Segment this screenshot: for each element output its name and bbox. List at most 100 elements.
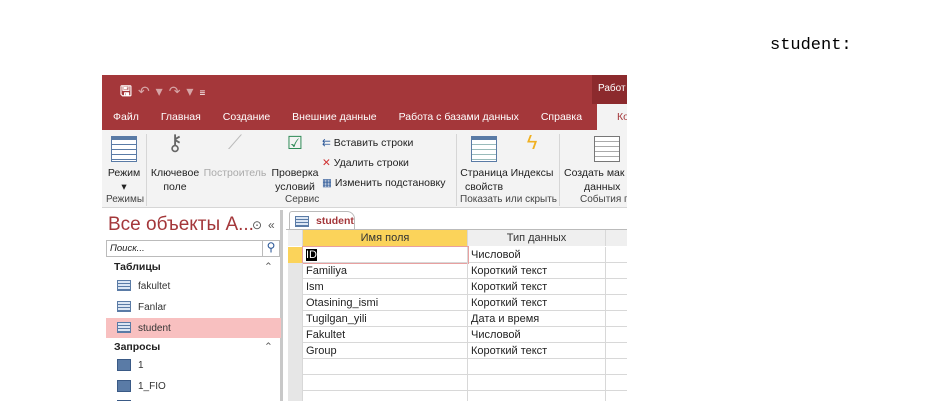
description-cell[interactable] [606,279,627,295]
description-cell[interactable] [606,295,627,311]
nav-search-input[interactable]: Поиск... ⚲ [106,240,280,257]
row-selector[interactable] [288,343,303,359]
data-type-cell[interactable] [468,375,606,391]
field-name-cell[interactable] [303,391,468,401]
group-label-modes: Режимы [106,194,145,205]
tab-help[interactable]: Справка [530,104,593,130]
row-selector[interactable] [288,375,303,391]
row-selector[interactable] [288,263,303,279]
insert-rows-icon: ⇇ [322,137,334,149]
row-selector[interactable] [288,359,303,375]
description-cell[interactable] [606,311,627,327]
builder-wand-icon: ⟋ [228,132,242,154]
row-selector[interactable] [288,327,303,343]
field-name-cell[interactable]: Fakultet [303,327,468,343]
search-icon[interactable]: ⚲ [262,240,279,257]
data-type-cell[interactable]: Короткий текст [468,343,606,359]
description-cell[interactable] [606,375,627,391]
insert-rows-button[interactable]: ⇇ Вставить строки [322,137,413,149]
data-type-cell[interactable] [468,359,606,375]
nav-item-table[interactable]: fakultet [106,276,281,296]
key-icon: ⚷ [166,130,184,155]
field-name-cell[interactable]: Tugilgan_yili [303,311,468,327]
data-type-cell[interactable]: Дата и время [468,311,606,327]
query-icon [117,380,131,392]
field-name-cell[interactable]: Familiya [303,263,468,279]
collapse-pane-icon[interactable]: « [268,218,275,232]
description-cell[interactable] [606,343,627,359]
document-area: student Имя поля Тип данных ID Числовой … [286,210,627,401]
property-sheet-button[interactable]: Страница свойств [460,136,508,194]
collapse-chevron-icon[interactable]: ⌃ [264,261,273,273]
select-all-corner[interactable] [288,230,303,246]
table-view-icon [111,136,137,162]
field-name-cell[interactable] [303,359,468,375]
nav-item-table-selected[interactable]: student [106,318,281,338]
tab-create[interactable]: Создание [212,104,281,130]
nav-dropdown-icon[interactable]: ⊙ [252,218,262,232]
primary-key-button[interactable]: ⚷ Ключевое поле [150,130,200,194]
tab-home[interactable]: Главная [150,104,212,130]
nav-item-query[interactable]: 1_like [106,396,281,401]
data-type-cell[interactable]: Короткий текст [468,263,606,279]
quick-access-toolbar: 🖫↶▾↷▾≡ [120,81,211,105]
section-tables[interactable]: Таблицы ⌃ [114,261,273,273]
section-queries[interactable]: Запросы ⌃ [114,341,273,353]
save-icon[interactable]: 🖫 [120,83,138,99]
description-cell[interactable] [606,247,627,263]
tab-design[interactable]: Ко [597,104,627,130]
table-icon [117,322,131,333]
redo-icon[interactable]: ↷▾ [169,83,200,99]
row-selector[interactable] [288,247,303,263]
modify-lookups-button[interactable]: ▦ Изменить подстановку [322,177,446,189]
column-header-description[interactable] [606,230,627,246]
row-selector[interactable] [288,311,303,327]
table-row: Fakultet Числовой [288,327,627,343]
table-icon [295,216,309,227]
tab-file[interactable]: Файл [102,104,150,130]
query-icon [117,400,131,401]
caption: student: [770,36,852,55]
mode-button[interactable]: Режим ▾ [106,136,142,194]
field-name-cell[interactable] [303,375,468,391]
collapse-chevron-icon[interactable]: ⌃ [264,341,273,353]
nav-item-query[interactable]: 1 [106,355,281,375]
indexes-lightning-icon: ϟ [526,132,538,154]
data-type-cell[interactable]: Числовой [468,327,606,343]
document-tab-student[interactable]: student [289,211,355,230]
row-selector[interactable] [288,279,303,295]
data-type-cell[interactable]: Короткий текст [468,279,606,295]
nav-item-query[interactable]: 1_FIO [106,376,281,396]
field-name-cell[interactable]: ID [302,246,469,264]
row-selector[interactable] [288,295,303,311]
table-row [288,391,627,401]
nav-item-table[interactable]: Fanlar [106,297,281,317]
table-row: Ism Короткий текст [288,279,627,295]
row-selector[interactable] [288,391,303,401]
table-row: Otasining_ismi Короткий текст [288,295,627,311]
tab-database-tools[interactable]: Работа с базами данных [388,104,530,130]
field-name-cell[interactable]: Otasining_ismi [303,295,468,311]
nav-pane-title[interactable]: Все объекты A... [108,214,254,236]
indexes-button[interactable]: ϟ Индексы [510,132,554,180]
description-cell[interactable] [606,263,627,279]
description-cell[interactable] [606,391,627,401]
customize-icon[interactable]: ≡ [199,88,211,99]
data-type-cell[interactable]: Числовой [468,247,606,263]
data-type-cell[interactable]: Короткий текст [468,295,606,311]
description-cell[interactable] [606,359,627,375]
delete-rows-button[interactable]: ✕ Удалить строки [322,157,409,169]
field-name-cell[interactable]: Group [303,343,468,359]
test-validation-button[interactable]: ☑ Проверка условий [269,133,321,194]
builder-button[interactable]: ⟋ Построитель [203,132,267,180]
tab-external-data[interactable]: Внешние данные [281,104,387,130]
create-data-macros-button[interactable]: Создать мак данных [564,136,627,194]
validation-check-icon: ☑ [286,133,304,153]
column-header-field-name[interactable]: Имя поля [303,230,468,246]
ribbon-tabs: Файл Главная Создание Внешние данные Раб… [102,104,627,130]
field-name-cell[interactable]: Ism [303,279,468,295]
column-header-data-type[interactable]: Тип данных [468,230,606,246]
data-type-cell[interactable] [468,391,606,401]
undo-icon[interactable]: ↶▾ [138,83,169,99]
description-cell[interactable] [606,327,627,343]
